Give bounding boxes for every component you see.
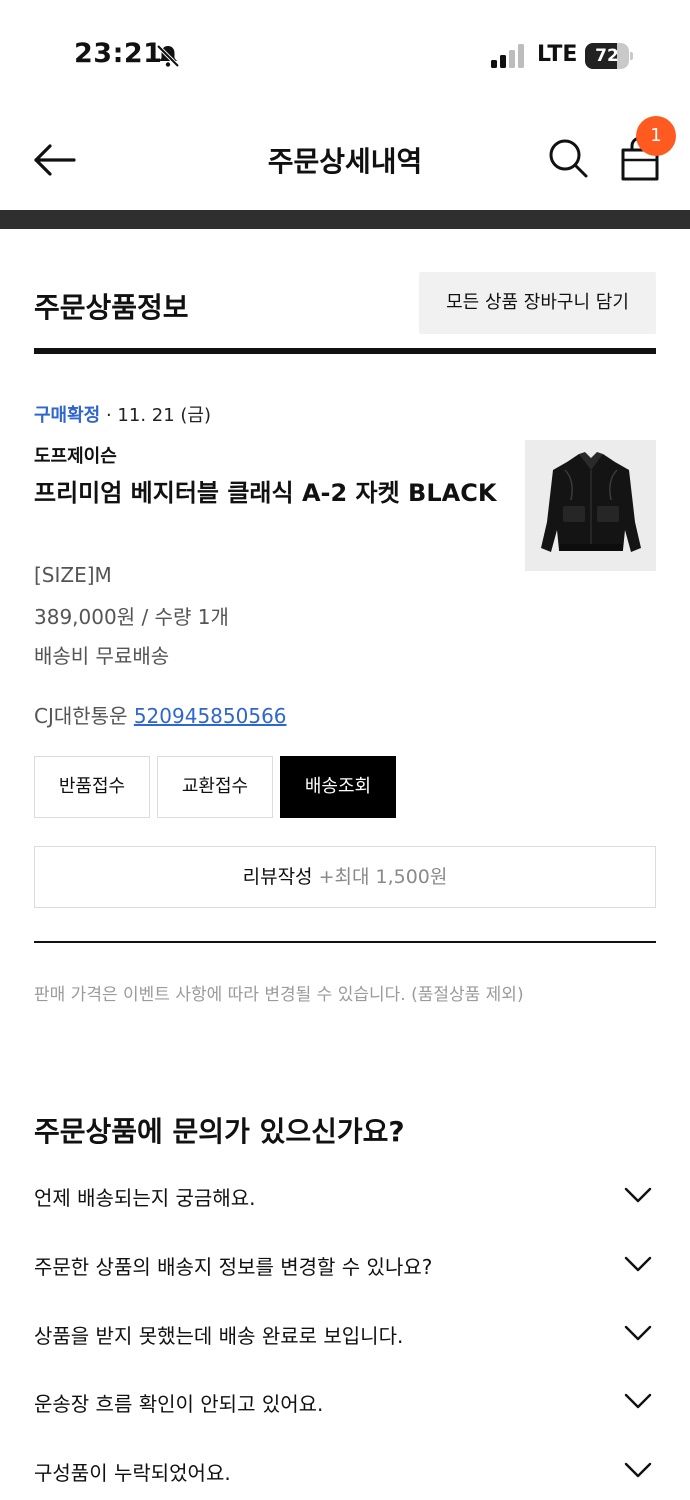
price-quantity: 389,000원 / 수량 1개 [34, 605, 229, 629]
battery-icon: 72 [585, 43, 633, 69]
brand-name[interactable]: 도프제이슨 [34, 442, 117, 468]
track-delivery-button[interactable]: 배송조회 [280, 756, 396, 818]
faq-question: 상품을 받지 못했는데 배송 완료로 보입니다. [34, 1324, 404, 1348]
section-title: 주문상품정보 [34, 291, 189, 324]
exchange-request-button[interactable]: 교환접수 [157, 756, 273, 818]
product-image[interactable] [525, 440, 656, 571]
order-status-line: 구매확정 · 11. 21 (금) [34, 401, 211, 427]
return-request-button[interactable]: 반품접수 [34, 756, 150, 818]
tracking-number-link[interactable]: 520945850566 [134, 704, 287, 728]
chevron-down-icon [624, 1325, 652, 1341]
cart-count-badge[interactable]: 1 [636, 116, 676, 156]
network-label: LTE [537, 42, 578, 67]
status-bar: 23:21 LTE 72 [0, 0, 690, 110]
carrier-name: CJ대한통운 [34, 704, 134, 728]
bell-off-icon [156, 44, 180, 68]
faq-item[interactable]: 언제 배송되는지 궁금해요. [34, 1172, 656, 1222]
search-icon[interactable] [546, 136, 590, 180]
faq-title: 주문상품에 문의가 있으신가요? [34, 1115, 405, 1148]
section-divider [34, 348, 656, 354]
add-all-to-cart-button[interactable]: 모든 상품 장바구니 담기 [419, 272, 656, 334]
chevron-down-icon [624, 1256, 652, 1272]
review-bonus: +최대 1,500원 [318, 866, 448, 888]
status-time: 23:21 [74, 38, 163, 69]
signal-icon [491, 44, 524, 68]
faq-item[interactable]: 상품을 받지 못했는데 배송 완료로 보입니다. [34, 1310, 656, 1360]
price-notice: 판매 가격은 이벤트 사항에 따라 변경될 수 있습니다. (품절상품 제외) [34, 985, 524, 1005]
faq-question: 운송장 흐름 확인이 안되고 있어요. [34, 1392, 324, 1416]
faq-item[interactable]: 구성품이 누락되었어요. [34, 1447, 656, 1497]
chevron-down-icon [624, 1393, 652, 1409]
faq-item[interactable]: 주문한 상품의 배송지 정보를 변경할 수 있나요? [34, 1241, 656, 1291]
faq-question: 주문한 상품의 배송지 정보를 변경할 수 있나요? [34, 1255, 433, 1279]
review-label: 리뷰작성 [242, 866, 319, 888]
faq-question: 구성품이 누락되었어요. [34, 1461, 231, 1485]
chevron-down-icon [624, 1462, 652, 1478]
order-date: · 11. 21 (금) [100, 405, 211, 426]
status-badge: 구매확정 [34, 405, 101, 426]
chevron-down-icon [624, 1187, 652, 1203]
carrier-info: CJ대한통운 520945850566 [34, 700, 287, 729]
product-option: [SIZE]M [34, 563, 112, 587]
shipping-fee: 배송비 무료배송 [34, 644, 170, 668]
app-header: 주문상세내역 [0, 110, 690, 210]
product-name[interactable]: 프리미엄 베지터블 클래식 A-2 자켓 BLACK [34, 474, 504, 512]
write-review-button[interactable]: 리뷰작성 +최대 1,500원 [34, 846, 656, 908]
faq-item[interactable]: 운송장 흐름 확인이 안되고 있어요. [34, 1378, 656, 1428]
header-divider [0, 210, 690, 229]
battery-level: 72 [595, 46, 619, 66]
content-divider [34, 941, 656, 943]
faq-question: 언제 배송되는지 궁금해요. [34, 1186, 256, 1210]
